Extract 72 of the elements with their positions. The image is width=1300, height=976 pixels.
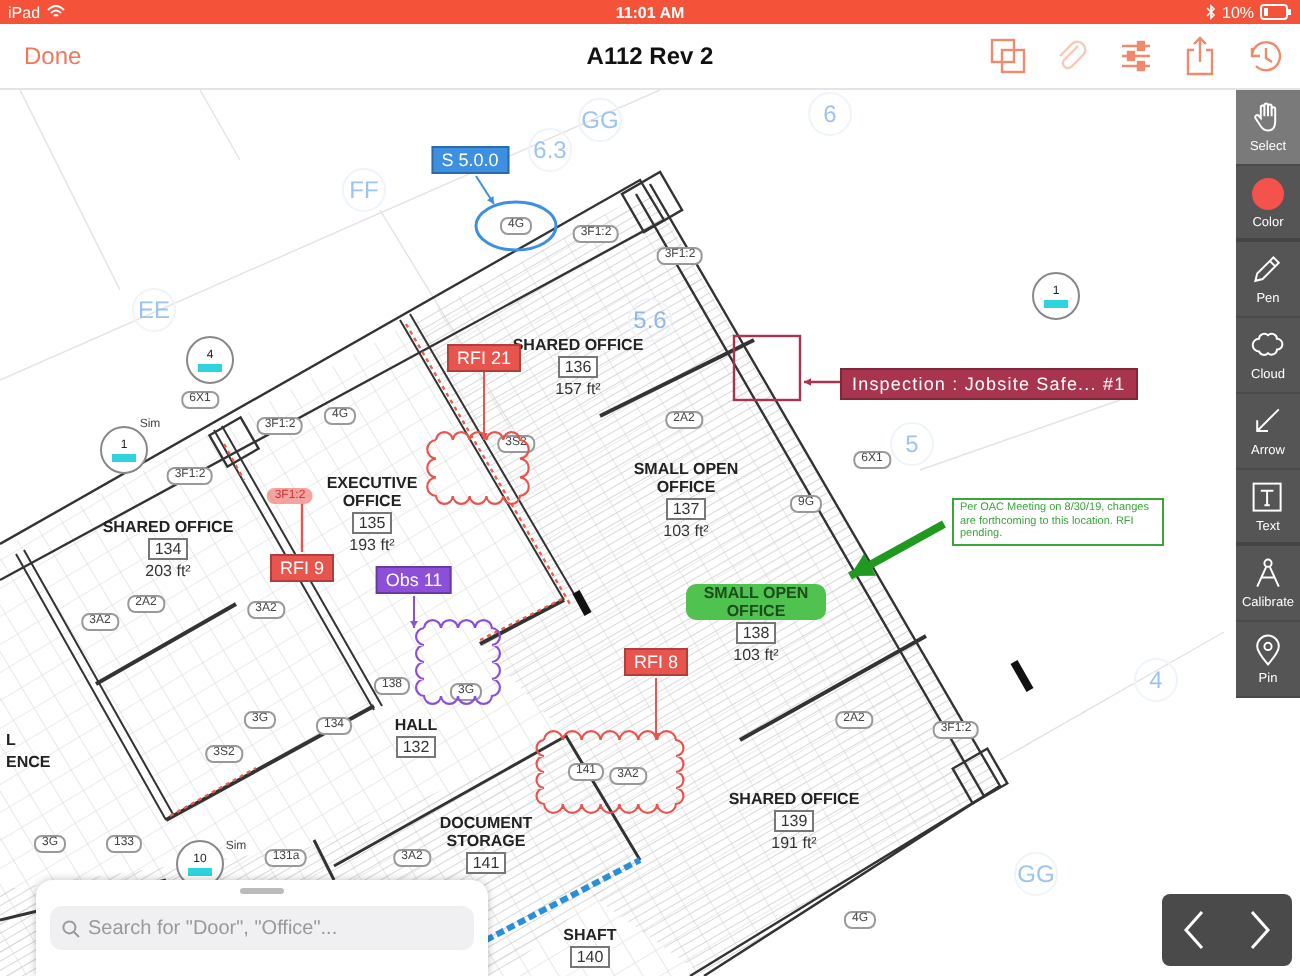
grid-bubble: 5.6 bbox=[628, 298, 672, 342]
drag-handle bbox=[240, 888, 284, 894]
room-number: 134 bbox=[148, 538, 188, 560]
room-name: EXECUTIVE OFFICE bbox=[324, 474, 420, 510]
room-number: 132 bbox=[396, 736, 436, 758]
room-area: 193 ft² bbox=[349, 536, 395, 554]
battery-percent: 10% bbox=[1222, 3, 1255, 21]
markup-label[interactable]: RFI 9 bbox=[270, 554, 334, 582]
markup-label[interactable]: RFI 8 bbox=[624, 648, 688, 676]
ellipse-markup bbox=[474, 200, 558, 252]
grid-bubble: GG bbox=[1014, 852, 1058, 896]
room-number: 138 bbox=[736, 622, 776, 644]
room-area: 103 ft² bbox=[733, 646, 779, 664]
room-name: SHAFT bbox=[561, 926, 619, 944]
clock-time: 11:01 AM bbox=[615, 3, 685, 21]
room-name: ENCE bbox=[6, 755, 51, 769]
wifi-icon bbox=[46, 4, 67, 20]
grid-bubble: 6 bbox=[808, 92, 852, 136]
markup-label[interactable]: Inspection : Jobsite Safe... #1 bbox=[840, 368, 1138, 400]
rectangle-markup bbox=[732, 334, 802, 402]
room-area: 203 ft² bbox=[145, 562, 191, 580]
pencil-icon bbox=[1250, 252, 1286, 288]
pin-icon bbox=[1250, 632, 1286, 668]
chevron-right-icon bbox=[1247, 908, 1272, 952]
markup-label[interactable]: S 5.0.0 bbox=[431, 146, 509, 174]
cloud-markup bbox=[414, 618, 502, 706]
room-number: 140 bbox=[570, 946, 610, 968]
grid-bubble: FF bbox=[342, 168, 386, 212]
highlighted-room-name: SMALL OPEN OFFICE bbox=[686, 584, 826, 620]
grid-bubble: EE bbox=[132, 288, 176, 332]
leader-line bbox=[300, 504, 304, 552]
grid-bubble: 4 bbox=[1134, 658, 1178, 702]
room-name: SMALL OPEN OFFICE bbox=[631, 460, 741, 496]
leader-arrow bbox=[804, 378, 840, 386]
chevron-left-icon bbox=[1182, 908, 1207, 952]
leader-line bbox=[652, 677, 660, 741]
device-label: iPad bbox=[8, 3, 41, 21]
markup-label[interactable]: RFI 21 bbox=[447, 344, 521, 372]
layers-button[interactable] bbox=[988, 36, 1028, 76]
sheet-title: A112 Rev 2 bbox=[586, 42, 714, 70]
room-number: 139 bbox=[774, 810, 814, 832]
cloud-markup bbox=[426, 431, 530, 505]
leader-line bbox=[410, 595, 418, 629]
room-name: DOCUMENT STORAGE bbox=[437, 814, 535, 850]
room-number: 137 bbox=[666, 498, 706, 520]
color-dot-icon bbox=[1250, 175, 1286, 211]
search-input[interactable]: Search for "Door", "Office"... bbox=[88, 917, 462, 939]
marker-tag bbox=[198, 363, 222, 371]
room-area: 103 ft² bbox=[663, 522, 709, 540]
marker-tag bbox=[112, 453, 136, 461]
room-area: 191 ft² bbox=[771, 834, 817, 852]
room-name: SHARED OFFICE bbox=[726, 790, 862, 808]
sliders-button[interactable] bbox=[1116, 36, 1156, 76]
leader-line bbox=[480, 371, 488, 441]
grid-bubble: 6.3 bbox=[528, 128, 572, 172]
room-number: 136 bbox=[558, 356, 598, 378]
marker-tag bbox=[1044, 299, 1068, 307]
search-icon bbox=[62, 919, 80, 937]
room-number: 141 bbox=[466, 852, 506, 874]
grid-bubble: GG bbox=[578, 98, 622, 142]
room-area: 157 ft² bbox=[555, 380, 601, 398]
room-name: HALL bbox=[392, 716, 440, 734]
search-field[interactable]: Search for "Door", "Office"... bbox=[50, 906, 474, 950]
room-number: 135 bbox=[352, 512, 392, 534]
bluetooth-icon bbox=[1206, 4, 1216, 20]
room-name: SHARED OFFICE bbox=[100, 518, 236, 536]
text-box-icon bbox=[1250, 479, 1286, 515]
battery-icon bbox=[1260, 4, 1293, 20]
room-name: L bbox=[6, 733, 16, 747]
callout-pointer bbox=[475, 175, 495, 205]
marker-tag bbox=[188, 867, 212, 875]
markup-label[interactable]: Obs 11 bbox=[375, 566, 453, 594]
